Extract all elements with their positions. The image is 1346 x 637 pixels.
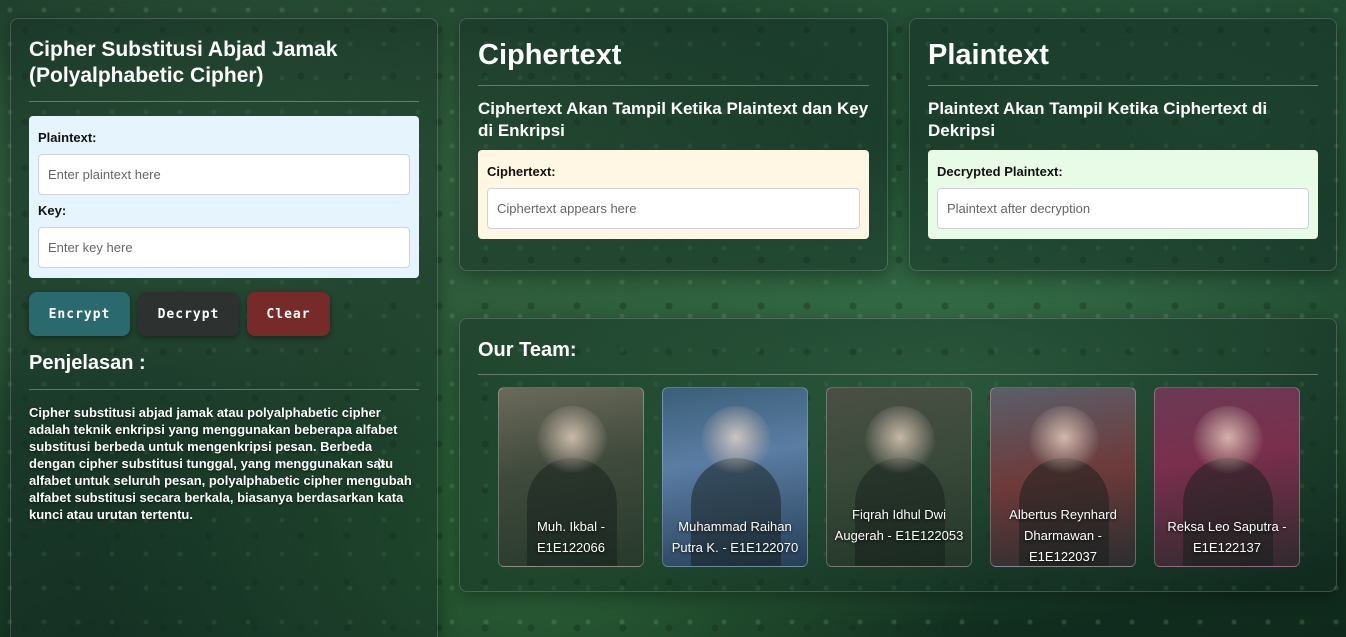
member-avatar <box>1193 406 1263 476</box>
page-title: Cipher Substitusi Abjad Jamak (Polyalpha… <box>29 38 338 87</box>
ciphertext-title: Ciphertext <box>478 39 622 71</box>
plaintext-panel: Plaintext Plaintext Akan Tampil Ketika C… <box>909 18 1337 271</box>
divider <box>478 374 1318 375</box>
decrypted-label: Decrypted Plaintext: <box>937 164 1063 179</box>
divider <box>478 85 869 86</box>
decrypted-output[interactable] <box>937 188 1309 229</box>
member-name: Muhammad Raihan Putra K. - E1E122070 <box>671 519 799 555</box>
plaintext-subtitle: Plaintext Akan Tampil Ketika Ciphertext … <box>928 99 1268 140</box>
member-name: Albertus Reynhard Dharmawan - E1E122037 <box>1009 507 1117 564</box>
ciphertext-panel: Ciphertext Ciphertext Akan Tampil Ketika… <box>459 18 888 271</box>
encrypt-button[interactable]: Encrypt <box>29 292 130 336</box>
team-members: Muh. Ikbal - E1E122066 Muhammad Raihan P… <box>498 387 1318 567</box>
explanation-title: Penjelasan : <box>29 352 146 374</box>
plaintext-title: Plaintext <box>928 39 1049 71</box>
member-avatar <box>537 406 607 476</box>
team-panel: Our Team: Muh. Ikbal - E1E122066 Muhamma… <box>459 318 1337 592</box>
action-buttons: Encrypt Decrypt Clear <box>29 292 419 336</box>
member-avatar <box>865 406 935 476</box>
ciphertext-subtitle: Ciphertext Akan Tampil Ketika Plaintext … <box>478 99 869 140</box>
key-label: Key: <box>38 203 67 218</box>
explanation-text: Cipher substitusi abjad jamak atau polya… <box>29 405 412 522</box>
decrypted-form: Decrypted Plaintext: <box>928 150 1318 239</box>
plaintext-label: Plaintext: <box>38 130 97 145</box>
member-name: Fiqrah Idhul Dwi Augerah - E1E122053 <box>834 507 964 543</box>
ciphertext-output[interactable] <box>487 188 860 229</box>
member-name: Muh. Ikbal - E1E122066 <box>537 519 605 555</box>
clear-button[interactable]: Clear <box>247 292 330 336</box>
input-form: Plaintext: Key: <box>29 116 419 278</box>
divider <box>928 85 1318 86</box>
ciphertext-label: Ciphertext: <box>487 164 556 179</box>
plaintext-input[interactable] <box>38 154 410 195</box>
team-member-card: Albertus Reynhard Dharmawan - E1E122037 <box>990 387 1136 567</box>
team-title: Our Team: <box>478 339 577 361</box>
team-member-card: Reksa Leo Saputra - E1E122137 <box>1154 387 1300 567</box>
divider <box>29 101 419 102</box>
cipher-input-panel: Cipher Substitusi Abjad Jamak (Polyalpha… <box>10 18 438 637</box>
decrypt-button[interactable]: Decrypt <box>138 292 239 336</box>
member-avatar <box>1029 406 1099 476</box>
member-avatar <box>701 406 771 476</box>
team-member-card: Muh. Ikbal - E1E122066 <box>498 387 644 567</box>
chevron-right-icon[interactable]: › <box>376 446 387 479</box>
divider <box>29 389 419 390</box>
key-input[interactable] <box>38 227 410 268</box>
ciphertext-form: Ciphertext: <box>478 150 869 239</box>
team-member-card: Fiqrah Idhul Dwi Augerah - E1E122053 <box>826 387 972 567</box>
member-name: Reksa Leo Saputra - E1E122137 <box>1167 519 1287 555</box>
team-member-card: Muhammad Raihan Putra K. - E1E122070 <box>662 387 808 567</box>
